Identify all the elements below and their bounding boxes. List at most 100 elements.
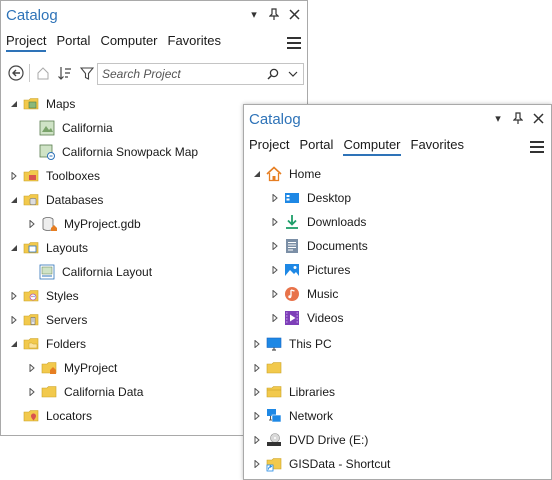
dropdown-icon[interactable]: ▾ [247, 7, 261, 21]
collapsed-arrow-icon[interactable] [252, 435, 262, 445]
collapsed-arrow-icon[interactable] [252, 411, 262, 421]
tree-item-pictures[interactable]: Pictures [270, 259, 350, 281]
tree-item-libraries[interactable]: Libraries [252, 381, 335, 403]
tree-item-this-pc[interactable]: This PC [252, 333, 332, 355]
tree-item-toolboxes[interactable]: Toolboxes [9, 165, 100, 187]
tree-item-downloads[interactable]: Downloads [270, 211, 366, 233]
filter-icon[interactable] [77, 63, 97, 83]
tree-item-label: Styles [46, 289, 79, 303]
pane-title: Catalog [249, 111, 301, 128]
tree-item-label: Layouts [46, 241, 89, 255]
collapsed-arrow-icon[interactable] [252, 459, 262, 469]
tab-computer[interactable]: Computer [100, 33, 157, 52]
separator [29, 64, 30, 82]
collapsed-arrow-icon[interactable] [252, 363, 262, 373]
pin-icon[interactable] [267, 7, 281, 21]
expanded-arrow-icon[interactable] [252, 169, 262, 179]
tree-item-home[interactable]: Home [252, 163, 321, 185]
folders-folder-icon [23, 336, 39, 352]
tree-item-label: Toolboxes [46, 169, 101, 183]
collapsed-arrow-icon[interactable] [270, 265, 280, 275]
collapsed-arrow-icon[interactable] [9, 291, 19, 301]
tree-item-label: Videos [307, 311, 344, 325]
sort-icon[interactable] [55, 63, 75, 83]
home-icon [266, 166, 282, 182]
pictures-icon [284, 262, 300, 278]
tree-item-folders[interactable]: Folders [9, 333, 86, 355]
styles-folder-icon [23, 288, 39, 304]
dropdown-icon[interactable]: ▾ [491, 111, 505, 125]
tree-item-california-data[interactable]: California Data [27, 381, 143, 403]
tab-project[interactable]: Project [6, 33, 47, 52]
expanded-arrow-icon[interactable] [9, 195, 19, 205]
close-icon[interactable] [287, 7, 301, 21]
tree-item-folder[interactable] [252, 357, 289, 379]
collapsed-arrow-icon[interactable] [270, 193, 280, 203]
collapsed-arrow-icon[interactable] [27, 219, 37, 229]
pane-controls: ▾ [491, 111, 545, 125]
tab-portal[interactable]: Portal [299, 137, 333, 156]
collapsed-arrow-icon[interactable] [270, 289, 280, 299]
chevron-down-icon[interactable] [283, 64, 303, 84]
expanded-arrow-icon[interactable] [9, 339, 19, 349]
tree-item-databases[interactable]: Databases [9, 189, 103, 211]
tree-item-myproject[interactable]: MyProject [27, 357, 117, 379]
collapsed-arrow-icon[interactable] [27, 387, 37, 397]
search-input[interactable] [98, 66, 263, 82]
tree-item-styles[interactable]: Styles [9, 285, 79, 307]
home-folder-button-icon[interactable] [33, 63, 53, 83]
close-icon[interactable] [531, 111, 545, 125]
collapsed-arrow-icon[interactable] [9, 171, 19, 181]
tree-item-maps[interactable]: Maps [9, 93, 75, 115]
catalog-toolbar [6, 63, 97, 83]
tab-favorites[interactable]: Favorites [411, 137, 464, 156]
music-icon [284, 286, 300, 302]
collapsed-arrow-icon[interactable] [270, 217, 280, 227]
layout-icon [39, 264, 55, 280]
expanded-arrow-icon[interactable] [9, 99, 19, 109]
tree-item-network[interactable]: Network [252, 405, 333, 427]
menu-icon[interactable] [287, 37, 301, 49]
tree-item-label: DVD Drive (E:) [289, 433, 369, 447]
search-icon[interactable] [263, 64, 283, 84]
collapsed-arrow-icon[interactable] [252, 387, 262, 397]
menu-icon[interactable] [530, 141, 544, 153]
tab-portal[interactable]: Portal [56, 33, 90, 52]
collapsed-arrow-icon[interactable] [9, 315, 19, 325]
servers-folder-icon [23, 312, 39, 328]
tab-favorites[interactable]: Favorites [168, 33, 221, 52]
pin-icon[interactable] [511, 111, 525, 125]
tree-item-videos[interactable]: Videos [270, 307, 343, 329]
back-icon[interactable] [6, 63, 26, 83]
tab-computer[interactable]: Computer [343, 137, 401, 156]
tree-item-locators[interactable]: Locators [9, 405, 92, 427]
tab-project[interactable]: Project [249, 137, 289, 156]
folder-shortcut-icon [266, 456, 282, 472]
tree-item-label: Folders [46, 337, 87, 351]
videos-icon [284, 310, 300, 326]
tree-item-music[interactable]: Music [270, 283, 338, 305]
tree-item-label: California Data [64, 385, 144, 399]
tree-item-layouts[interactable]: Layouts [9, 237, 88, 259]
desktop-icon [284, 190, 300, 206]
collapsed-arrow-icon[interactable] [27, 363, 37, 373]
tree-item-california-layout[interactable]: California Layout [25, 261, 152, 283]
tab-strip: Project Portal Computer Favorites [249, 137, 464, 156]
tree-item-servers[interactable]: Servers [9, 309, 87, 331]
tree-item-label: California [62, 121, 113, 135]
tree-item-myproject-gdb[interactable]: MyProject.gdb [27, 213, 141, 235]
tree-item-desktop[interactable]: Desktop [270, 187, 351, 209]
map-linked-icon [39, 144, 55, 160]
expanded-arrow-icon[interactable] [9, 243, 19, 253]
tree-item-gisdata-shortcut[interactable]: GISData - Shortcut [252, 453, 390, 475]
tree-item-california[interactable]: California [25, 117, 113, 139]
tree-item-dvd-drive[interactable]: DVD Drive (E:) [252, 429, 368, 451]
tree-item-label: Servers [46, 313, 88, 327]
documents-icon [284, 238, 300, 254]
collapsed-arrow-icon[interactable] [270, 241, 280, 251]
tree-item-california-snowpack-map[interactable]: California Snowpack Map [25, 141, 198, 163]
collapsed-arrow-icon[interactable] [252, 339, 262, 349]
collapsed-arrow-icon[interactable] [270, 313, 280, 323]
tree-item-documents[interactable]: Documents [270, 235, 368, 257]
